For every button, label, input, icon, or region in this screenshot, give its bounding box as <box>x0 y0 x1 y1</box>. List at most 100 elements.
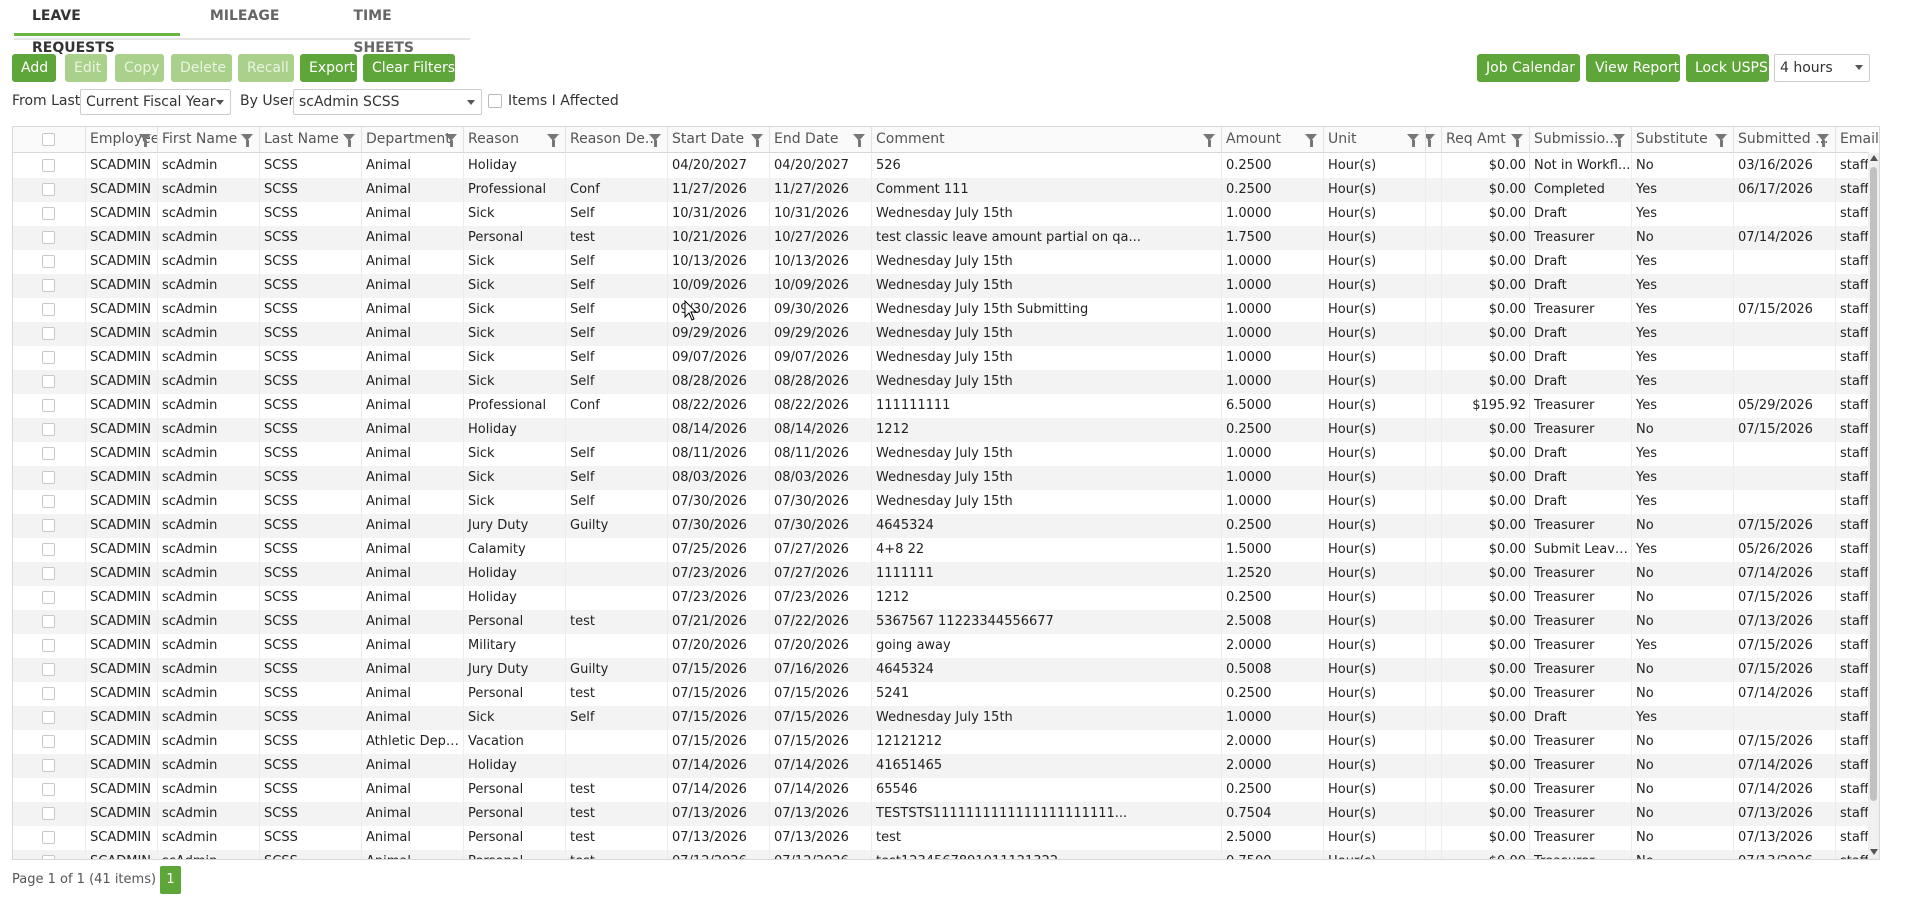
table-row[interactable]: SCADMIN scAdmin SCSS Animal Sick Self 09/29/20… <box>13 322 1869 346</box>
table-row[interactable]: SCADMIN scAdmin SCSS Animal Sick Self 08/03/20… <box>13 466 1869 490</box>
copy-button[interactable]: Copy <box>115 54 164 82</box>
row-checkbox[interactable] <box>42 543 55 556</box>
table-row[interactable]: SCADMIN scAdmin SCSS Animal Holiday 04/20/202… <box>13 154 1869 178</box>
table-row[interactable]: SCADMIN scAdmin SCSS Animal Sick Self 08/11/20… <box>13 442 1869 466</box>
column-header-submission-status[interactable]: Submissio... <box>1529 127 1631 152</box>
hours-select[interactable]: 4 hours <box>1774 54 1870 82</box>
row-checkbox[interactable] <box>42 183 55 196</box>
row-checkbox[interactable] <box>42 327 55 340</box>
row-checkbox[interactable] <box>42 255 55 268</box>
filter-icon[interactable] <box>445 134 457 147</box>
row-checkbox[interactable] <box>42 735 55 748</box>
row-checkbox[interactable] <box>42 471 55 484</box>
table-row[interactable]: SCADMIN scAdmin SCSS Animal Calamity 07/25/20… <box>13 538 1869 562</box>
row-checkbox[interactable] <box>42 663 55 676</box>
select-all-checkbox[interactable] <box>42 133 55 146</box>
row-checkbox[interactable] <box>42 855 55 859</box>
filter-icon[interactable] <box>1511 134 1523 147</box>
table-row[interactable]: SCADMIN scAdmin SCSS Animal Personal test 10/2… <box>13 226 1869 250</box>
by-user-select[interactable]: scAdmin SCSS <box>293 89 482 115</box>
filter-icon[interactable] <box>547 134 559 147</box>
filter-icon[interactable] <box>1407 134 1419 147</box>
row-checkbox[interactable] <box>42 375 55 388</box>
table-row[interactable]: SCADMIN scAdmin SCSS Animal Sick Self 10/09/20… <box>13 274 1869 298</box>
row-checkbox[interactable] <box>42 351 55 364</box>
page-1-button[interactable]: 1 <box>160 866 181 894</box>
column-header-spacer[interactable] <box>1425 127 1441 152</box>
table-row[interactable]: SCADMIN scAdmin SCSS Athletic Depa... Vacati… <box>13 730 1869 754</box>
row-checkbox[interactable] <box>42 519 55 532</box>
column-header-reason[interactable]: Reason <box>463 127 565 152</box>
column-header-unit[interactable]: Unit <box>1323 127 1425 152</box>
table-row[interactable]: SCADMINscAdminSCSSAnimalPersonaltest07/1… <box>13 826 1869 850</box>
table-row[interactable]: SCADMIN scAdmin SCSS Animal Holiday 07/14/202… <box>13 754 1869 778</box>
job-calendar-button[interactable]: Job Calendar <box>1477 54 1580 82</box>
row-checkbox[interactable] <box>42 447 55 460</box>
row-checkbox[interactable] <box>42 231 55 244</box>
row-checkbox[interactable] <box>42 207 55 220</box>
column-header-submitted-date[interactable]: Submitted ... <box>1733 127 1835 152</box>
table-row[interactable]: SCADMIN scAdmin SCSS Animal Sick Self 09/30/20… <box>13 298 1869 322</box>
row-checkbox[interactable] <box>42 279 55 292</box>
scroll-up-icon[interactable] <box>1870 155 1878 161</box>
vertical-scrollbar[interactable] <box>1868 153 1879 859</box>
column-header-department[interactable]: Department <box>361 127 463 152</box>
view-report-button[interactable]: View Report <box>1586 54 1680 82</box>
recall-button[interactable]: Recall <box>238 54 294 82</box>
column-header-employee-id[interactable]: Employee ID <box>85 127 157 152</box>
row-checkbox[interactable] <box>42 303 55 316</box>
row-checkbox[interactable] <box>42 711 55 724</box>
tab-mileage[interactable]: MILEAGE <box>192 0 298 36</box>
delete-button[interactable]: Delete <box>171 54 232 82</box>
table-row[interactable]: SCADMIN scAdmin SCSS Animal Holiday 07/23/202… <box>13 562 1869 586</box>
filter-icon[interactable] <box>1305 134 1317 147</box>
items-affected-checkbox[interactable] <box>488 94 502 108</box>
tab-leave-requests[interactable]: LEAVE REQUESTS <box>14 0 180 56</box>
table-row[interactable]: SCADMIN scAdmin SCSS Animal Jury Duty Guilty 0… <box>13 514 1869 538</box>
row-checkbox[interactable] <box>42 399 55 412</box>
lock-usps-button[interactable]: Lock USPS <box>1686 54 1769 82</box>
export-button[interactable]: Export <box>300 54 357 82</box>
table-row[interactable]: SCADMINscAdminSCSSAnimalPersonaltest07/1… <box>13 850 1869 859</box>
row-checkbox[interactable] <box>42 423 55 436</box>
table-row[interactable]: SCADMIN scAdmin SCSS Animal Holiday 08/14/202… <box>13 418 1869 442</box>
edit-button[interactable]: Edit <box>65 54 107 82</box>
table-row[interactable]: SCADMIN scAdmin SCSS Animal Sick Self 10/31/20… <box>13 202 1869 226</box>
row-checkbox[interactable] <box>42 567 55 580</box>
clear-filters-button[interactable]: Clear Filters <box>363 54 455 82</box>
row-checkbox[interactable] <box>42 759 55 772</box>
from-last-select[interactable]: Current Fiscal Year <box>80 89 231 115</box>
row-checkbox[interactable] <box>42 591 55 604</box>
filter-icon[interactable] <box>139 134 151 147</box>
table-row[interactable]: SCADMINscAdminSCSSAnimalPersonaltest07/1… <box>13 802 1869 826</box>
filter-icon[interactable] <box>1203 134 1215 147</box>
table-row[interactable]: SCADMIN scAdmin SCSS Animal Military 07/20/20… <box>13 634 1869 658</box>
column-header-amount[interactable]: Amount <box>1221 127 1323 152</box>
column-header-reason-detail[interactable]: Reason De... <box>565 127 667 152</box>
row-checkbox[interactable] <box>42 807 55 820</box>
filter-icon[interactable] <box>241 134 253 147</box>
filter-icon[interactable] <box>751 134 763 147</box>
filter-icon[interactable] <box>649 134 661 147</box>
column-header-email[interactable]: Email <box>1835 127 1879 152</box>
table-row[interactable]: SCADMIN scAdmin SCSS Animal Sick Self 09/07/20… <box>13 346 1869 370</box>
table-row[interactable]: SCADMIN scAdmin SCSS Animal Sick Self 07/15/20… <box>13 706 1869 730</box>
filter-icon[interactable] <box>1426 134 1435 147</box>
table-row[interactable]: SCADMIN scAdmin SCSS Animal Professional Conf… <box>13 178 1869 202</box>
row-checkbox[interactable] <box>42 687 55 700</box>
column-header-comment[interactable]: Comment <box>871 127 1221 152</box>
column-header-substitute[interactable]: Substitute <box>1631 127 1733 152</box>
table-row[interactable]: SCADMIN scAdmin SCSS Animal Sick Self 10/13/20… <box>13 250 1869 274</box>
table-row[interactable]: SCADMIN scAdmin SCSS Animal Sick Self 08/28/20… <box>13 370 1869 394</box>
column-header-last-name[interactable]: Last Name <box>259 127 361 152</box>
table-row[interactable]: SCADMINscAdminSCSSAnimalPersonaltest07/1… <box>13 778 1869 802</box>
filter-icon[interactable] <box>1715 134 1727 147</box>
row-checkbox[interactable] <box>42 831 55 844</box>
column-header-req-amt[interactable]: Req Amt <box>1441 127 1529 152</box>
table-row[interactable]: SCADMIN scAdmin SCSS Animal Sick Self 07/30/20… <box>13 490 1869 514</box>
column-header-end-date[interactable]: End Date <box>769 127 871 152</box>
table-row[interactable]: SCADMIN scAdmin SCSS Animal Professional Conf… <box>13 394 1869 418</box>
row-checkbox[interactable] <box>42 639 55 652</box>
scroll-down-icon[interactable] <box>1870 849 1878 855</box>
row-checkbox[interactable] <box>42 783 55 796</box>
